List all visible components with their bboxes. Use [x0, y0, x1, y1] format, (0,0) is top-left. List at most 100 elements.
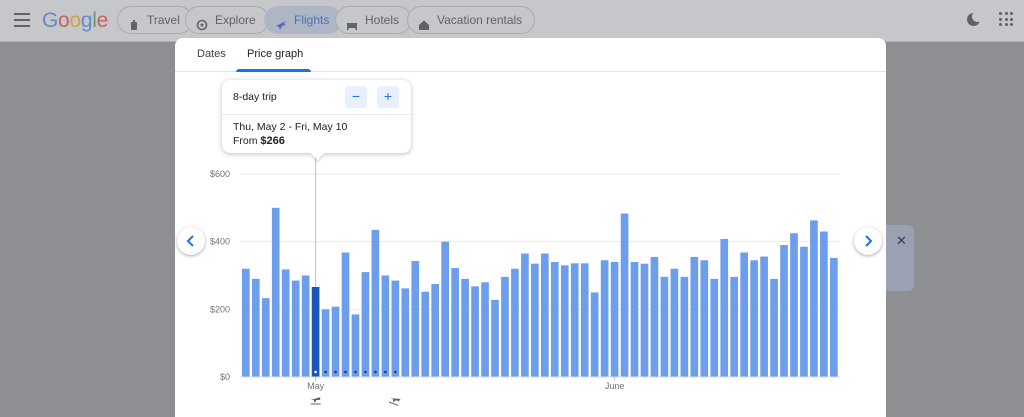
- price-bar[interactable]: [610, 261, 619, 377]
- price-bar[interactable]: [471, 286, 479, 377]
- price-tooltip: 8-day trip − + Thu, May 2 - Fri, May 10 …: [222, 80, 411, 160]
- nav-explore[interactable]: Explore: [185, 6, 269, 34]
- price-bar[interactable]: [790, 233, 798, 377]
- price-bar[interactable]: [491, 299, 499, 377]
- price-bar[interactable]: [431, 283, 440, 377]
- price-bar[interactable]: [321, 309, 330, 377]
- menu-icon[interactable]: [14, 13, 30, 27]
- nav-vacation-rentals-label: Vacation rentals: [437, 13, 523, 27]
- price-bar[interactable]: [481, 282, 489, 377]
- price-bar[interactable]: [521, 253, 529, 377]
- explore-icon: [196, 14, 208, 31]
- dark-mode-icon[interactable]: [967, 11, 983, 26]
- price-bar[interactable]: [361, 272, 370, 377]
- decrease-trip-length-button[interactable]: −: [345, 86, 367, 108]
- price-bar[interactable]: [541, 253, 549, 377]
- price-bar[interactable]: [740, 252, 748, 377]
- chevron-right-icon: [865, 235, 873, 247]
- increase-trip-length-button[interactable]: +: [377, 86, 399, 108]
- active-tab-indicator: [236, 69, 311, 72]
- price-bar[interactable]: [451, 268, 459, 377]
- departure-plane-icon: [310, 397, 321, 405]
- price-bar[interactable]: [800, 246, 808, 377]
- price-bar[interactable]: [680, 276, 689, 377]
- price-bar[interactable]: [341, 252, 350, 377]
- price-bar[interactable]: [650, 256, 659, 377]
- price-bar[interactable]: [700, 260, 709, 377]
- price-bar-selected[interactable]: [311, 287, 320, 377]
- departure-plane-icon-shape: [310, 397, 321, 403]
- price-bar[interactable]: [271, 207, 280, 377]
- price-bar[interactable]: [401, 288, 410, 377]
- price-bar[interactable]: [281, 269, 290, 377]
- trip-span-dot: [374, 370, 377, 374]
- trip-span-dot: [334, 370, 337, 374]
- price-bar[interactable]: [501, 276, 509, 377]
- price-bar[interactable]: [720, 238, 729, 377]
- price-bar[interactable]: [780, 245, 788, 377]
- suitcase-icon: [128, 14, 140, 30]
- previous-dates-button[interactable]: [177, 227, 205, 255]
- price-bar[interactable]: [411, 260, 420, 377]
- price-bar[interactable]: [391, 280, 400, 377]
- price-bar[interactable]: [820, 231, 828, 377]
- trip-dates: Thu, May 2 - Fri, May 10: [233, 121, 348, 133]
- price-bar[interactable]: [511, 268, 519, 377]
- tab-price-graph[interactable]: Price graph: [247, 48, 303, 60]
- trip-span-dot: [354, 370, 357, 374]
- price-bar[interactable]: [291, 280, 300, 377]
- trip-span-dot: [344, 370, 347, 374]
- tab-dates[interactable]: Dates: [197, 48, 226, 60]
- price-bar[interactable]: [531, 263, 539, 377]
- y-tick-label: $600: [210, 169, 230, 179]
- nav-vacation-rentals[interactable]: Vacation rentals: [407, 6, 536, 34]
- price-bar[interactable]: [560, 265, 569, 377]
- price-bar[interactable]: [770, 278, 778, 377]
- price-bar[interactable]: [630, 261, 639, 377]
- trip-span-dot: [384, 370, 387, 374]
- price-bar[interactable]: [251, 278, 260, 377]
- nav-hotels[interactable]: Hotels: [335, 6, 413, 34]
- nav-travel[interactable]: Travel: [117, 6, 193, 34]
- price-bar[interactable]: [550, 261, 559, 377]
- price-bar[interactable]: [750, 260, 758, 377]
- price-bar[interactable]: [830, 257, 838, 377]
- nav-flights-label: Flights: [294, 13, 330, 27]
- price-bar-chart: $0 $200 $400 $600 May June: [200, 150, 860, 417]
- trip-price: $266: [260, 135, 285, 147]
- price-bar[interactable]: [461, 278, 469, 377]
- price-bar[interactable]: [261, 298, 270, 377]
- price-bar[interactable]: [660, 276, 669, 377]
- trip-span-dot: [324, 370, 327, 374]
- close-icon[interactable]: ✕: [896, 233, 907, 249]
- plane-icon: [275, 14, 287, 30]
- price-bar[interactable]: [640, 263, 649, 377]
- price-bar[interactable]: [331, 306, 340, 377]
- next-dates-button[interactable]: [854, 227, 882, 255]
- dialog-tabs: Dates Price graph: [175, 38, 886, 72]
- price-bar[interactable]: [441, 241, 449, 377]
- bed-icon: [346, 14, 358, 30]
- price-bar[interactable]: [580, 263, 589, 377]
- apps-grid-icon[interactable]: [999, 12, 1013, 26]
- price-bar[interactable]: [570, 263, 579, 377]
- price-bar[interactable]: [421, 291, 430, 377]
- price-bar[interactable]: [670, 268, 679, 377]
- price-bar[interactable]: [810, 220, 818, 377]
- from-label: From: [233, 135, 258, 147]
- price-bar[interactable]: [730, 276, 739, 377]
- price-bar[interactable]: [381, 275, 390, 378]
- price-bar[interactable]: [242, 268, 250, 377]
- price-bar[interactable]: [710, 278, 719, 377]
- price-bar[interactable]: [600, 260, 609, 377]
- price-bar[interactable]: [590, 292, 599, 377]
- price-bar[interactable]: [371, 229, 380, 377]
- price-bar[interactable]: [301, 275, 310, 378]
- nav-flights[interactable]: Flights: [264, 6, 343, 34]
- google-logo[interactable]: Google: [42, 9, 108, 33]
- price-bar[interactable]: [351, 314, 360, 377]
- price-bar[interactable]: [690, 256, 699, 377]
- price-bar[interactable]: [760, 256, 768, 377]
- price-bar[interactable]: [620, 213, 629, 377]
- nav-hotels-label: Hotels: [365, 13, 400, 27]
